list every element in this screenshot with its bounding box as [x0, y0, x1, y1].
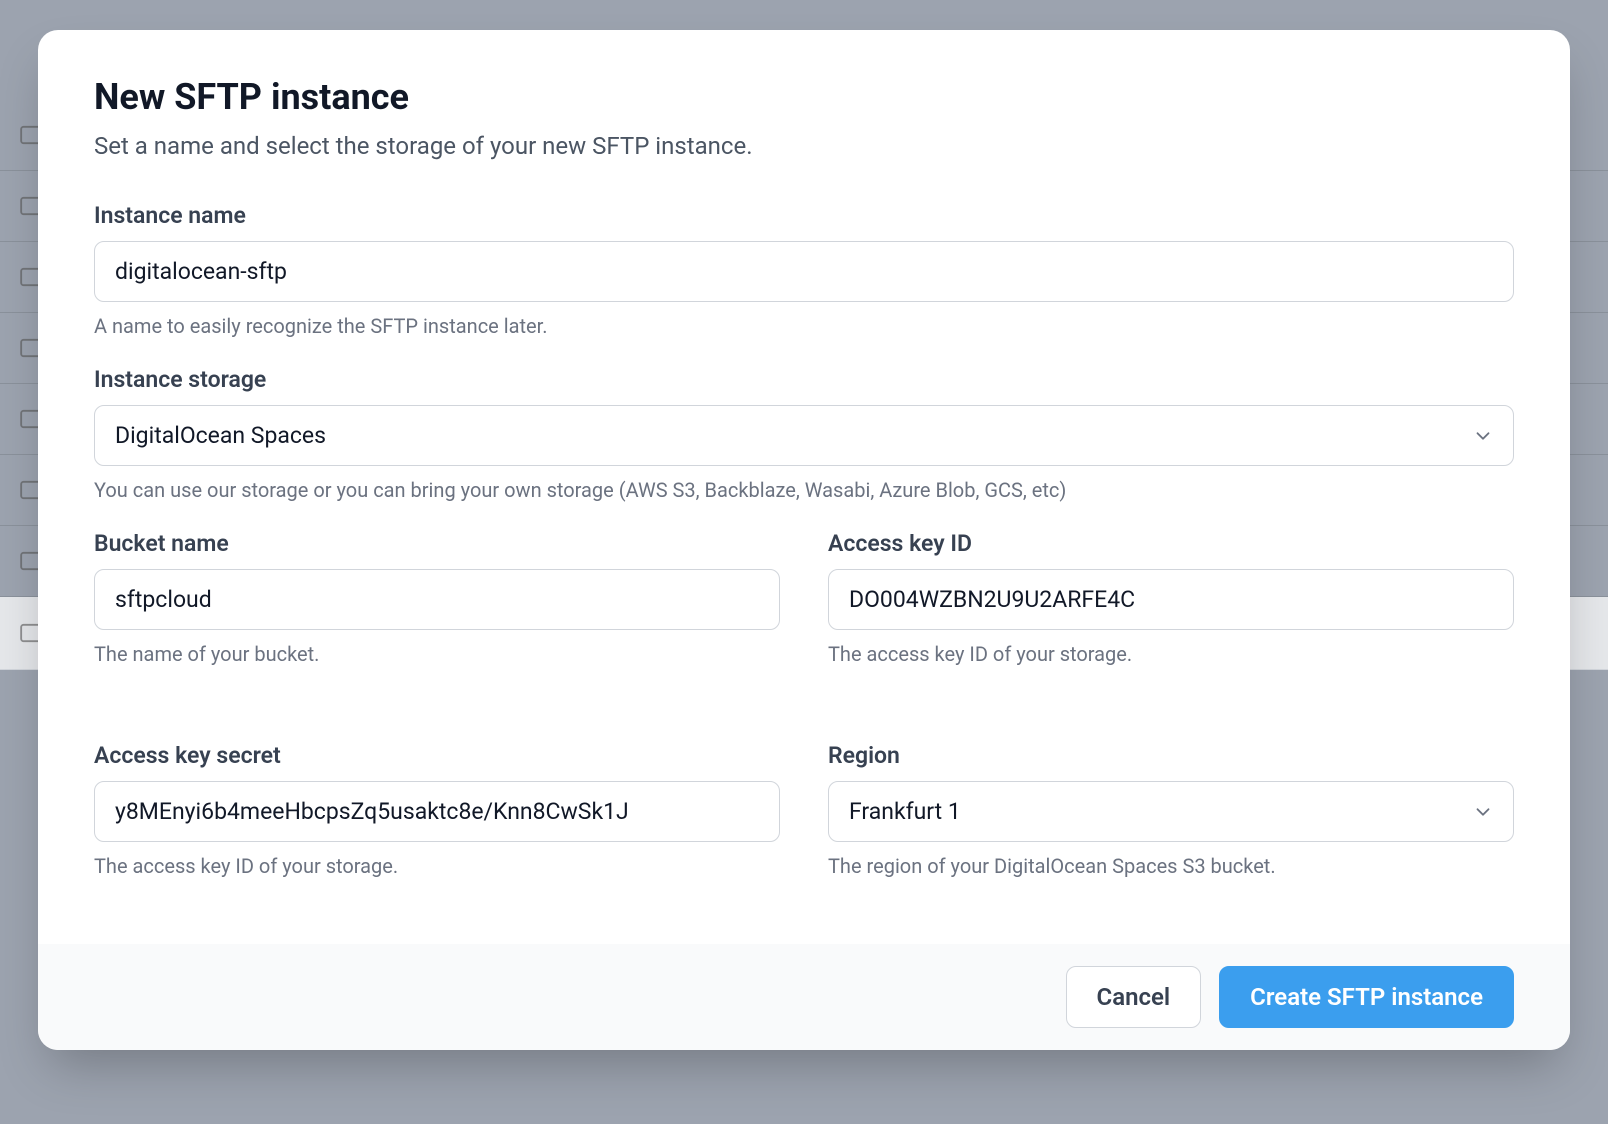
- bucket-name-hint: The name of your bucket.: [94, 642, 780, 666]
- bucket-name-field: Bucket name The name of your bucket.: [94, 530, 780, 666]
- bucket-name-label: Bucket name: [94, 530, 780, 557]
- instance-storage-hint: You can use our storage or you can bring…: [94, 478, 1514, 502]
- instance-name-field: Instance name A name to easily recognize…: [94, 202, 1514, 338]
- modal-body: New SFTP instance Set a name and select …: [38, 30, 1570, 944]
- bucket-name-input[interactable]: [94, 569, 780, 630]
- region-label: Region: [828, 742, 1514, 769]
- instance-storage-field: Instance storage DigitalOcean Spaces You…: [94, 366, 1514, 502]
- region-hint: The region of your DigitalOcean Spaces S…: [828, 854, 1514, 878]
- access-key-secret-label: Access key secret: [94, 742, 780, 769]
- region-select[interactable]: Frankfurt 1: [828, 781, 1514, 842]
- access-key-id-field: Access key ID The access key ID of your …: [828, 530, 1514, 666]
- modal-subtitle: Set a name and select the storage of you…: [94, 132, 1514, 160]
- access-key-secret-hint: The access key ID of your storage.: [94, 854, 780, 878]
- create-sftp-instance-button[interactable]: Create SFTP instance: [1219, 966, 1514, 1028]
- access-key-id-input[interactable]: [828, 569, 1514, 630]
- instance-name-hint: A name to easily recognize the SFTP inst…: [94, 314, 1514, 338]
- cancel-button[interactable]: Cancel: [1066, 966, 1202, 1028]
- region-field: Region Frankfurt 1 The region of your Di…: [828, 742, 1514, 878]
- access-key-secret-field: Access key secret The access key ID of y…: [94, 742, 780, 878]
- access-key-id-hint: The access key ID of your storage.: [828, 642, 1514, 666]
- instance-storage-label: Instance storage: [94, 366, 1514, 393]
- new-sftp-instance-modal: New SFTP instance Set a name and select …: [38, 30, 1570, 1050]
- instance-name-input[interactable]: [94, 241, 1514, 302]
- instance-name-label: Instance name: [94, 202, 1514, 229]
- modal-footer: Cancel Create SFTP instance: [38, 944, 1570, 1050]
- instance-storage-select[interactable]: DigitalOcean Spaces: [94, 405, 1514, 466]
- modal-title: New SFTP instance: [94, 76, 1514, 118]
- access-key-secret-input[interactable]: [94, 781, 780, 842]
- access-key-id-label: Access key ID: [828, 530, 1514, 557]
